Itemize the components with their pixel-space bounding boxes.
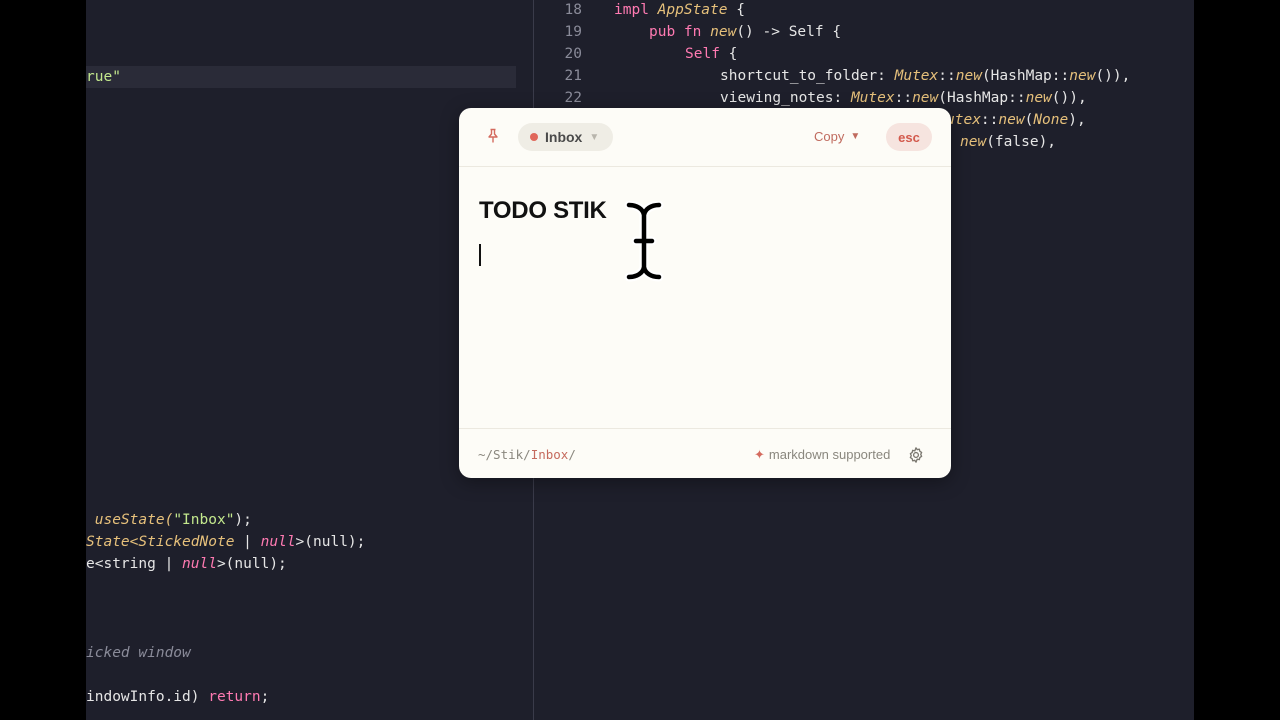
note-editor[interactable]: TODO STIK [459,167,951,428]
code-line: State<StickedNote | null>(null); [86,534,366,550]
code-line: shortcut_to_folder: Mutex::new(HashMap::… [720,68,1131,84]
code-line: viewing_notes: Mutex::new(HashMap::new()… [720,90,1087,106]
sparkle-icon: ✦ [754,447,765,462]
markdown-hint: ✦ markdown supported [754,447,891,462]
code-line: pub fn new() -> Self { [649,24,842,40]
gear-icon[interactable] [907,446,925,464]
code-line: e<string | null>(null); [86,556,287,572]
folder-path: ~/Stik/Inbox/ [478,447,576,462]
line-number: 22 [564,90,582,106]
note-title: TODO STIK [479,197,607,224]
highlighted-line [86,66,516,88]
code-line: useState("Inbox"); [86,512,252,528]
caret-down-icon: ▼ [589,131,600,143]
code-line: impl AppState { [614,2,745,18]
code-line: indowInfo.id) return; [86,689,270,705]
code-line: rue" [86,69,121,85]
esc-button[interactable]: esc [886,123,932,151]
folder-selector[interactable]: Inbox ▼ [518,123,614,151]
caret-down-icon: ▼ [850,131,861,142]
line-number: 19 [564,24,582,40]
code-line: utex::new(None), [946,112,1086,128]
code-line: new(false), [960,134,1057,150]
line-number: 21 [564,68,582,84]
code-line: Self { [685,46,738,62]
editor-left-pane[interactable]: rue" useState("Inbox"); State<StickedNot… [86,0,516,720]
folder-label: Inbox [545,129,583,145]
text-cursor-icon [624,200,664,288]
line-number: 18 [564,2,582,18]
copy-button[interactable]: Copy ▼ [814,129,860,144]
popup-header: Inbox ▼ Copy ▼ esc [459,108,951,167]
text-caret [479,244,481,266]
line-number: 20 [564,46,582,62]
code-comment: icked window [86,645,191,661]
pin-icon[interactable] [484,128,502,146]
stik-note-popup: Inbox ▼ Copy ▼ esc TODO STIK ~/Stik/Inbo… [459,108,951,478]
folder-color-dot [530,133,538,141]
popup-footer: ~/Stik/Inbox/ ✦ markdown supported [459,428,951,478]
copy-label: Copy [814,129,845,144]
